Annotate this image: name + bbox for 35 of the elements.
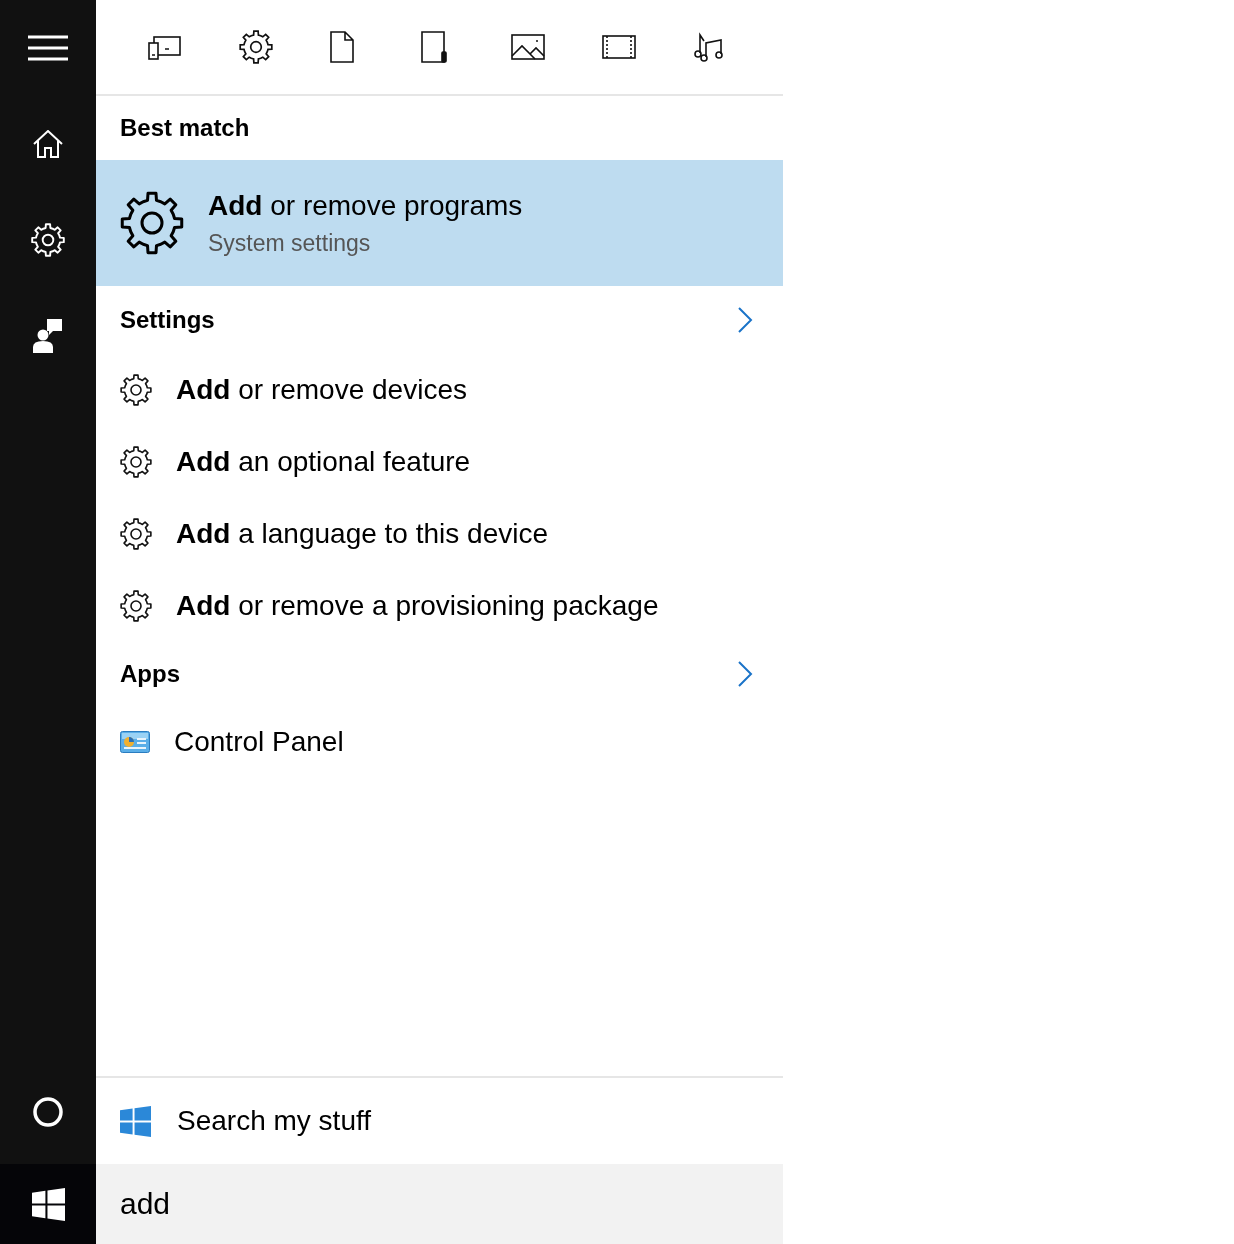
search-field[interactable]: add — [96, 1164, 783, 1244]
windows-icon — [120, 1105, 151, 1137]
windows-icon — [31, 1187, 65, 1221]
gear-icon — [120, 191, 184, 255]
control-panel-icon — [120, 731, 150, 753]
gear-icon[interactable] — [238, 30, 273, 64]
chevron-icon[interactable] — [737, 660, 753, 688]
folder-icon[interactable] — [420, 30, 449, 64]
menu-icon[interactable] — [28, 35, 68, 61]
gear-icon — [120, 518, 152, 550]
result-item[interactable]: Add or remove a provisioning package — [96, 570, 783, 642]
start-button[interactable] — [0, 1164, 96, 1244]
gear-icon — [120, 590, 152, 622]
image-icon[interactable] — [510, 34, 545, 60]
home-icon[interactable] — [33, 130, 63, 158]
section-header: Settings — [120, 306, 215, 334]
feedback-icon[interactable] — [33, 319, 63, 353]
section-header: Best match — [120, 114, 250, 142]
result-item[interactable]: Control Panel — [96, 706, 783, 778]
cortana-icon[interactable] — [32, 1096, 64, 1128]
result-item[interactable]: Add a language to this device — [96, 498, 783, 570]
devices-icon[interactable] — [148, 33, 182, 61]
result-item[interactable]: Add an optional feature — [96, 426, 783, 498]
result-subtitle: System settings — [208, 229, 372, 257]
film-icon[interactable] — [601, 35, 636, 59]
gear-icon — [31, 223, 65, 257]
music-icon[interactable] — [692, 31, 725, 63]
result-item[interactable]: Add or remove devices — [96, 354, 783, 426]
gear-icon — [120, 374, 152, 406]
document-icon[interactable] — [329, 30, 356, 64]
result-title: Add or remove programs — [208, 189, 523, 222]
best-match-item[interactable]: Add or remove programs System settings — [96, 160, 783, 286]
chevron-icon[interactable] — [737, 306, 753, 334]
section-header: Apps — [120, 660, 180, 688]
gear-icon — [120, 446, 152, 478]
